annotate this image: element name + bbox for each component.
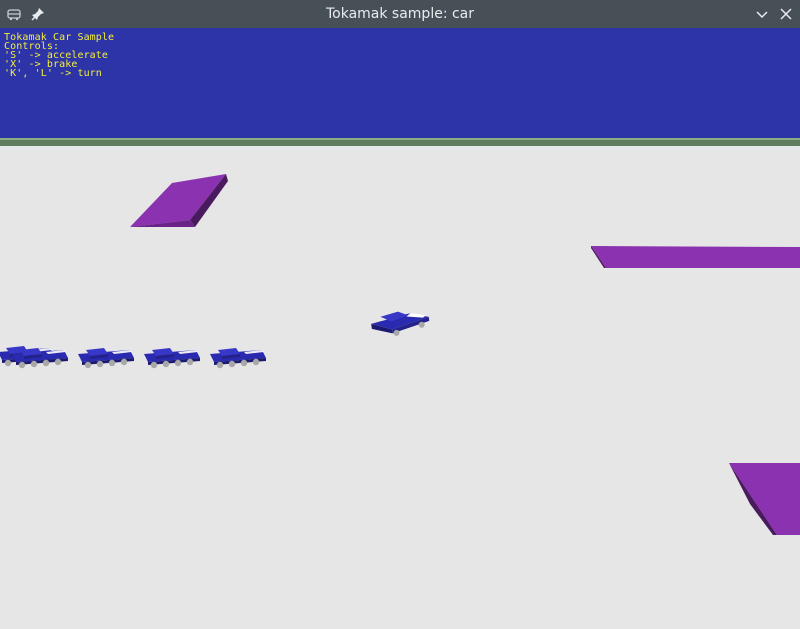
hud-panel: Tokamak Car Sample Controls: 'S' -> acce… <box>0 28 800 138</box>
ramp-left <box>130 174 228 227</box>
car-player <box>371 311 430 336</box>
ramp-right-bottom <box>729 463 800 535</box>
car-parked-3 <box>78 348 134 369</box>
close-icon[interactable] <box>778 6 794 22</box>
car-parked-4 <box>144 348 200 369</box>
game-viewport[interactable] <box>0 146 800 629</box>
ramp-right-top <box>591 246 800 268</box>
window-title: Tokamak sample: car <box>325 6 475 22</box>
car-parked-5 <box>210 348 266 369</box>
chevron-down-icon[interactable] <box>754 6 770 22</box>
window-titlebar[interactable]: Tokamak sample: car <box>0 0 800 28</box>
hud-turn-hint: 'K', 'L' -> turn <box>4 68 102 79</box>
horizon-line <box>0 138 800 146</box>
